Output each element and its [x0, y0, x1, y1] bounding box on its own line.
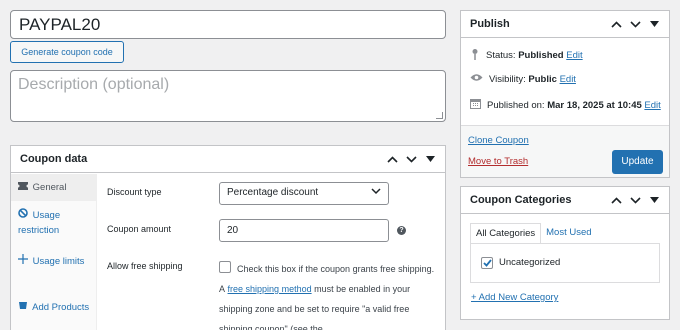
- chevron-up-icon[interactable]: [610, 194, 622, 206]
- update-button[interactable]: Update: [612, 150, 663, 174]
- publish-actions: Clone Coupon Move to Trash Update: [461, 125, 669, 177]
- ticket-icon: [18, 180, 30, 195]
- coupon-data-tabs: General Usage restriction Usage limits A…: [11, 174, 97, 330]
- coupon-categories-box: Coupon Categories All Categories Most Us…: [460, 186, 670, 320]
- category-checkbox[interactable]: [481, 257, 493, 269]
- category-tabs: All Categories Most Used: [470, 223, 597, 244]
- visibility-edit-link[interactable]: Edit: [560, 74, 576, 85]
- block-icon: [18, 208, 30, 223]
- published-value: Mar 18, 2025 at 10:45: [547, 99, 642, 111]
- add-new-category-link[interactable]: + Add New Category: [471, 292, 558, 303]
- coupon-data-title: Coupon data: [20, 153, 88, 165]
- visibility-row: Visibility: Public Edit: [470, 73, 576, 85]
- tab-general-label: General: [32, 182, 67, 193]
- tab-add-products-label: Add Products: [32, 302, 90, 313]
- free-shipping-method-link[interactable]: free shipping method: [228, 284, 312, 294]
- categories-header: Coupon Categories: [461, 187, 669, 214]
- coupon-data-header: Coupon data: [11, 146, 445, 173]
- status-value: Published: [518, 50, 564, 61]
- discount-type-value: Percentage discount: [227, 187, 319, 198]
- tab-usage-limits-label: Usage limits: [32, 256, 85, 267]
- published-row: Published on: Mar 18, 2025 at 10:45 Edit: [470, 98, 661, 112]
- categories-title: Coupon Categories: [470, 194, 572, 206]
- status-row: Status: Published Edit: [470, 48, 583, 63]
- plus-icon: [18, 300, 30, 315]
- published-label: Published on:: [487, 99, 545, 111]
- caret-down-icon[interactable]: [424, 153, 436, 165]
- visibility-label: Visibility:: [489, 73, 526, 85]
- arrows-icon: [18, 254, 30, 269]
- chevron-down-icon[interactable]: [629, 18, 641, 30]
- caret-down-icon[interactable]: [648, 18, 660, 30]
- chevron-down-icon[interactable]: [405, 153, 417, 165]
- publish-title: Publish: [470, 18, 510, 30]
- discount-type-label: Discount type: [107, 187, 162, 197]
- discount-type-select[interactable]: Percentage discount: [219, 182, 389, 205]
- tab-all-categories[interactable]: All Categories: [470, 223, 542, 244]
- caret-down-icon[interactable]: [648, 194, 660, 206]
- tab-add-products[interactable]: Add Products: [11, 293, 96, 330]
- status-label: Status:: [486, 50, 516, 61]
- description-field[interactable]: Description (optional): [10, 70, 446, 122]
- tab-usage-restriction[interactable]: Usage restriction: [11, 201, 96, 247]
- category-list: Uncategorized: [470, 243, 660, 283]
- visibility-value: Public: [528, 73, 557, 85]
- chevron-up-icon[interactable]: [386, 153, 398, 165]
- eye-icon: [470, 73, 483, 85]
- status-edit-link[interactable]: Edit: [566, 50, 582, 61]
- help-icon[interactable]: ?: [397, 226, 406, 235]
- category-label: Uncategorized: [499, 257, 561, 268]
- calendar-icon: [470, 98, 481, 112]
- coupon-amount-label: Coupon amount: [107, 224, 172, 234]
- coupon-code-input[interactable]: PAYPAL20: [10, 10, 446, 39]
- publish-box: Publish Status: Published Edit Visibilit…: [460, 10, 670, 178]
- description-placeholder: Description (optional): [18, 76, 170, 93]
- tab-general[interactable]: General: [11, 174, 96, 201]
- move-to-trash-link[interactable]: Move to Trash: [468, 156, 528, 167]
- coupon-amount-input[interactable]: 20: [219, 219, 389, 242]
- resize-grip-icon[interactable]: [436, 112, 443, 119]
- free-shipping-description: Check this box if the coupon grants free…: [219, 259, 437, 330]
- publish-header: Publish: [461, 11, 669, 38]
- chevron-down-icon: [371, 187, 381, 198]
- chevron-down-icon[interactable]: [629, 194, 641, 206]
- clone-coupon-link[interactable]: Clone Coupon: [468, 135, 529, 146]
- pin-icon: [470, 48, 480, 63]
- chevron-up-icon[interactable]: [610, 18, 622, 30]
- tab-usage-limits[interactable]: Usage limits: [11, 247, 96, 293]
- generate-coupon-button[interactable]: Generate coupon code: [10, 41, 124, 63]
- coupon-data-panel: Coupon data General Usage restriction Us…: [10, 145, 446, 330]
- free-shipping-label: Allow free shipping: [107, 261, 183, 271]
- published-edit-link[interactable]: Edit: [644, 100, 660, 111]
- tab-most-used[interactable]: Most Used: [541, 223, 596, 244]
